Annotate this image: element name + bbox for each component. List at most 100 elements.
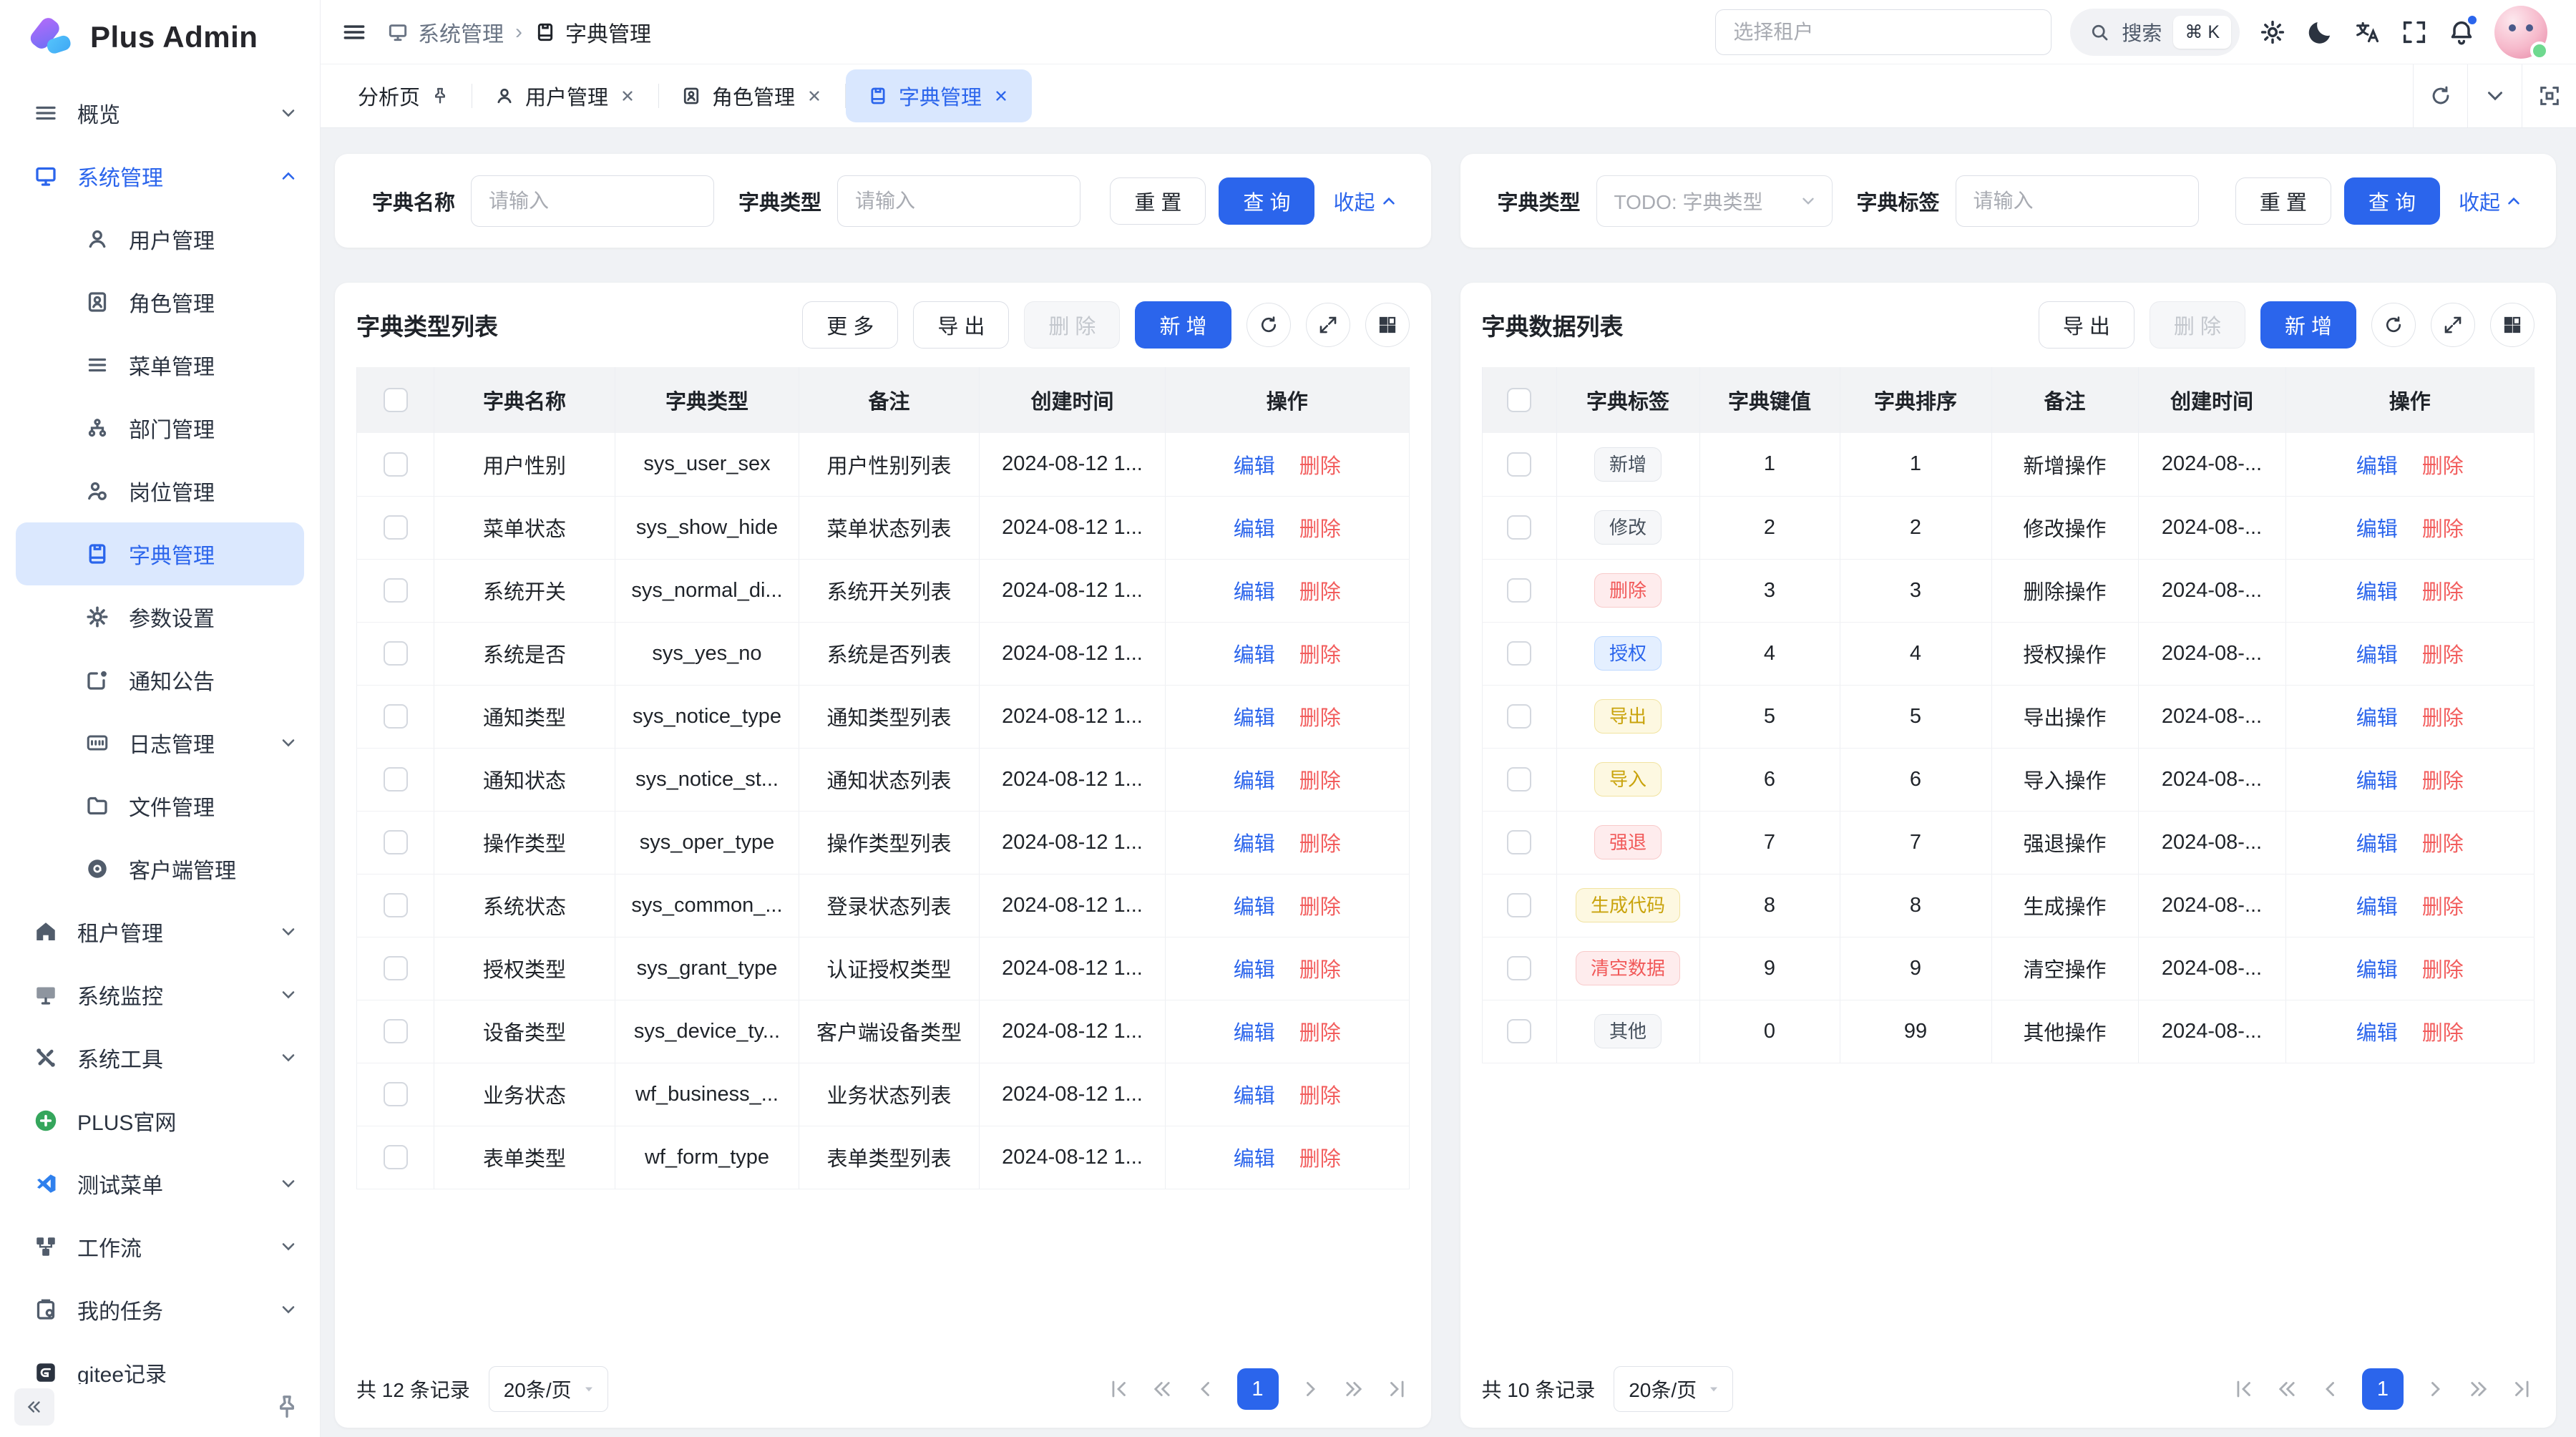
edit-link[interactable]: 编辑 xyxy=(2356,1022,2398,1045)
tab-roles[interactable]: 角色管理 xyxy=(659,64,845,127)
row-checkbox[interactable] xyxy=(1507,452,1531,477)
first-page-button[interactable] xyxy=(1106,1377,1131,1401)
next-page-button[interactable] xyxy=(2423,1377,2447,1401)
delete-link[interactable]: 删除 xyxy=(1299,1022,1341,1045)
prev-page-button[interactable] xyxy=(2318,1377,2343,1401)
app-logo[interactable]: Plus Admin xyxy=(0,0,320,74)
edit-link[interactable]: 编辑 xyxy=(1234,896,1275,919)
sidebar-item-overview[interactable]: 概览 xyxy=(0,82,320,145)
delete-link[interactable]: 删除 xyxy=(1299,1085,1341,1108)
column-settings-button[interactable] xyxy=(2490,303,2534,347)
notifications-button[interactable] xyxy=(2447,18,2476,47)
row-checkbox[interactable] xyxy=(384,1082,408,1106)
current-page-button[interactable]: 1 xyxy=(2362,1368,2404,1410)
language-translate-icon[interactable] xyxy=(2353,18,2381,47)
sidebar-item-departments[interactable]: 部门管理 xyxy=(0,396,320,459)
delete-link[interactable]: 删除 xyxy=(1299,833,1341,856)
row-checkbox[interactable] xyxy=(384,1019,408,1043)
edit-link[interactable]: 编辑 xyxy=(1234,581,1275,604)
sidebar-item-notices[interactable]: 通知公告 xyxy=(0,648,320,711)
next-page-button[interactable] xyxy=(1298,1377,1322,1401)
sidebar-item-files[interactable]: 文件管理 xyxy=(0,774,320,837)
row-checkbox[interactable] xyxy=(384,767,408,791)
dark-mode-moon-icon[interactable] xyxy=(2306,18,2334,47)
row-checkbox[interactable] xyxy=(384,830,408,854)
row-checkbox[interactable] xyxy=(384,1145,408,1169)
delete-link[interactable]: 删除 xyxy=(1299,896,1341,919)
close-icon[interactable] xyxy=(992,87,1010,105)
row-checkbox[interactable] xyxy=(384,452,408,477)
row-checkbox[interactable] xyxy=(1507,830,1531,854)
row-checkbox[interactable] xyxy=(1507,956,1531,980)
edit-link[interactable]: 编辑 xyxy=(1234,644,1275,667)
prev-page-button[interactable] xyxy=(1194,1377,1218,1401)
edit-link[interactable]: 编辑 xyxy=(1234,707,1275,730)
delete-link[interactable]: 删除 xyxy=(2422,833,2464,856)
close-icon[interactable] xyxy=(805,87,824,105)
edit-link[interactable]: 编辑 xyxy=(1234,959,1275,982)
sidebar-pin-icon[interactable] xyxy=(273,1393,301,1421)
add-button[interactable]: 新 增 xyxy=(2260,301,2356,349)
row-checkbox[interactable] xyxy=(384,515,408,540)
jump-back-button[interactable] xyxy=(1150,1377,1174,1401)
edit-link[interactable]: 编辑 xyxy=(2356,455,2398,478)
row-checkbox[interactable] xyxy=(1507,1019,1531,1043)
fullscreen-icon[interactable] xyxy=(2400,18,2429,47)
sidebar-item-plus-site[interactable]: PLUS官网 xyxy=(0,1089,320,1152)
row-checkbox[interactable] xyxy=(384,704,408,729)
tab-menu-button[interactable] xyxy=(2467,64,2522,127)
row-checkbox[interactable] xyxy=(384,578,408,603)
sidebar-item-menus[interactable]: 菜单管理 xyxy=(0,333,320,396)
column-settings-button[interactable] xyxy=(1365,303,1410,347)
add-button[interactable]: 新 增 xyxy=(1135,301,1231,349)
tab-dictionary[interactable]: 字典管理 xyxy=(846,69,1032,122)
dict-type-input[interactable] xyxy=(837,175,1080,227)
reset-button[interactable]: 重 置 xyxy=(2235,177,2331,225)
row-checkbox[interactable] xyxy=(1507,704,1531,729)
delete-link[interactable]: 删除 xyxy=(1299,770,1341,793)
collapse-search-link[interactable]: 收起 xyxy=(1333,186,1397,216)
dict-tag-input[interactable] xyxy=(1956,175,2199,227)
sidebar-item-logs[interactable]: 日志管理 xyxy=(0,711,320,774)
delete-button[interactable]: 删 除 xyxy=(1024,301,1120,349)
dict-type-select[interactable]: TODO: 字典类型 xyxy=(1596,175,1833,227)
sidebar-item-workflow[interactable]: 工作流 xyxy=(0,1215,320,1278)
delete-link[interactable]: 删除 xyxy=(2422,644,2464,667)
close-icon[interactable] xyxy=(618,87,637,105)
breadcrumb-item-system[interactable]: 系统管理 xyxy=(386,16,504,48)
jump-forward-button[interactable] xyxy=(1342,1377,1366,1401)
edit-link[interactable]: 编辑 xyxy=(1234,1085,1275,1108)
sidebar-item-test-menu[interactable]: 测试菜单 xyxy=(0,1152,320,1215)
expand-table-button[interactable] xyxy=(2431,303,2475,347)
sidebar-item-clients[interactable]: 客户端管理 xyxy=(0,837,320,900)
current-page-button[interactable]: 1 xyxy=(1237,1368,1279,1410)
query-button[interactable]: 查 询 xyxy=(2344,177,2440,225)
edit-link[interactable]: 编辑 xyxy=(2356,833,2398,856)
tab-users[interactable]: 用户管理 xyxy=(472,64,658,127)
delete-button[interactable]: 删 除 xyxy=(2150,301,2245,349)
tab-analysis[interactable]: 分析页 xyxy=(336,64,472,127)
sidebar-item-tenants[interactable]: 租户管理 xyxy=(0,900,320,963)
reset-button[interactable]: 重 置 xyxy=(1110,177,1206,225)
sidebar-toggle-icon[interactable] xyxy=(341,19,368,46)
edit-link[interactable]: 编辑 xyxy=(2356,707,2398,730)
export-button[interactable]: 导 出 xyxy=(913,301,1009,349)
sidebar-item-system-management[interactable]: 系统管理 xyxy=(0,145,320,208)
edit-link[interactable]: 编辑 xyxy=(1234,770,1275,793)
last-page-button[interactable] xyxy=(2510,1377,2534,1401)
more-button[interactable]: 更 多 xyxy=(802,301,898,349)
content-fullscreen-button[interactable] xyxy=(2522,64,2576,127)
edit-link[interactable]: 编辑 xyxy=(2356,770,2398,793)
row-checkbox[interactable] xyxy=(1507,893,1531,917)
jump-back-button[interactable] xyxy=(2275,1377,2299,1401)
delete-link[interactable]: 删除 xyxy=(1299,455,1341,478)
delete-link[interactable]: 删除 xyxy=(1299,644,1341,667)
row-checkbox[interactable] xyxy=(384,641,408,666)
delete-link[interactable]: 删除 xyxy=(1299,581,1341,604)
sidebar-item-roles[interactable]: 角色管理 xyxy=(0,271,320,333)
row-checkbox[interactable] xyxy=(1507,641,1531,666)
last-page-button[interactable] xyxy=(1385,1377,1410,1401)
settings-gear-icon[interactable] xyxy=(2258,18,2287,47)
tenant-select-input[interactable] xyxy=(1715,9,2051,55)
jump-forward-button[interactable] xyxy=(2467,1377,2491,1401)
